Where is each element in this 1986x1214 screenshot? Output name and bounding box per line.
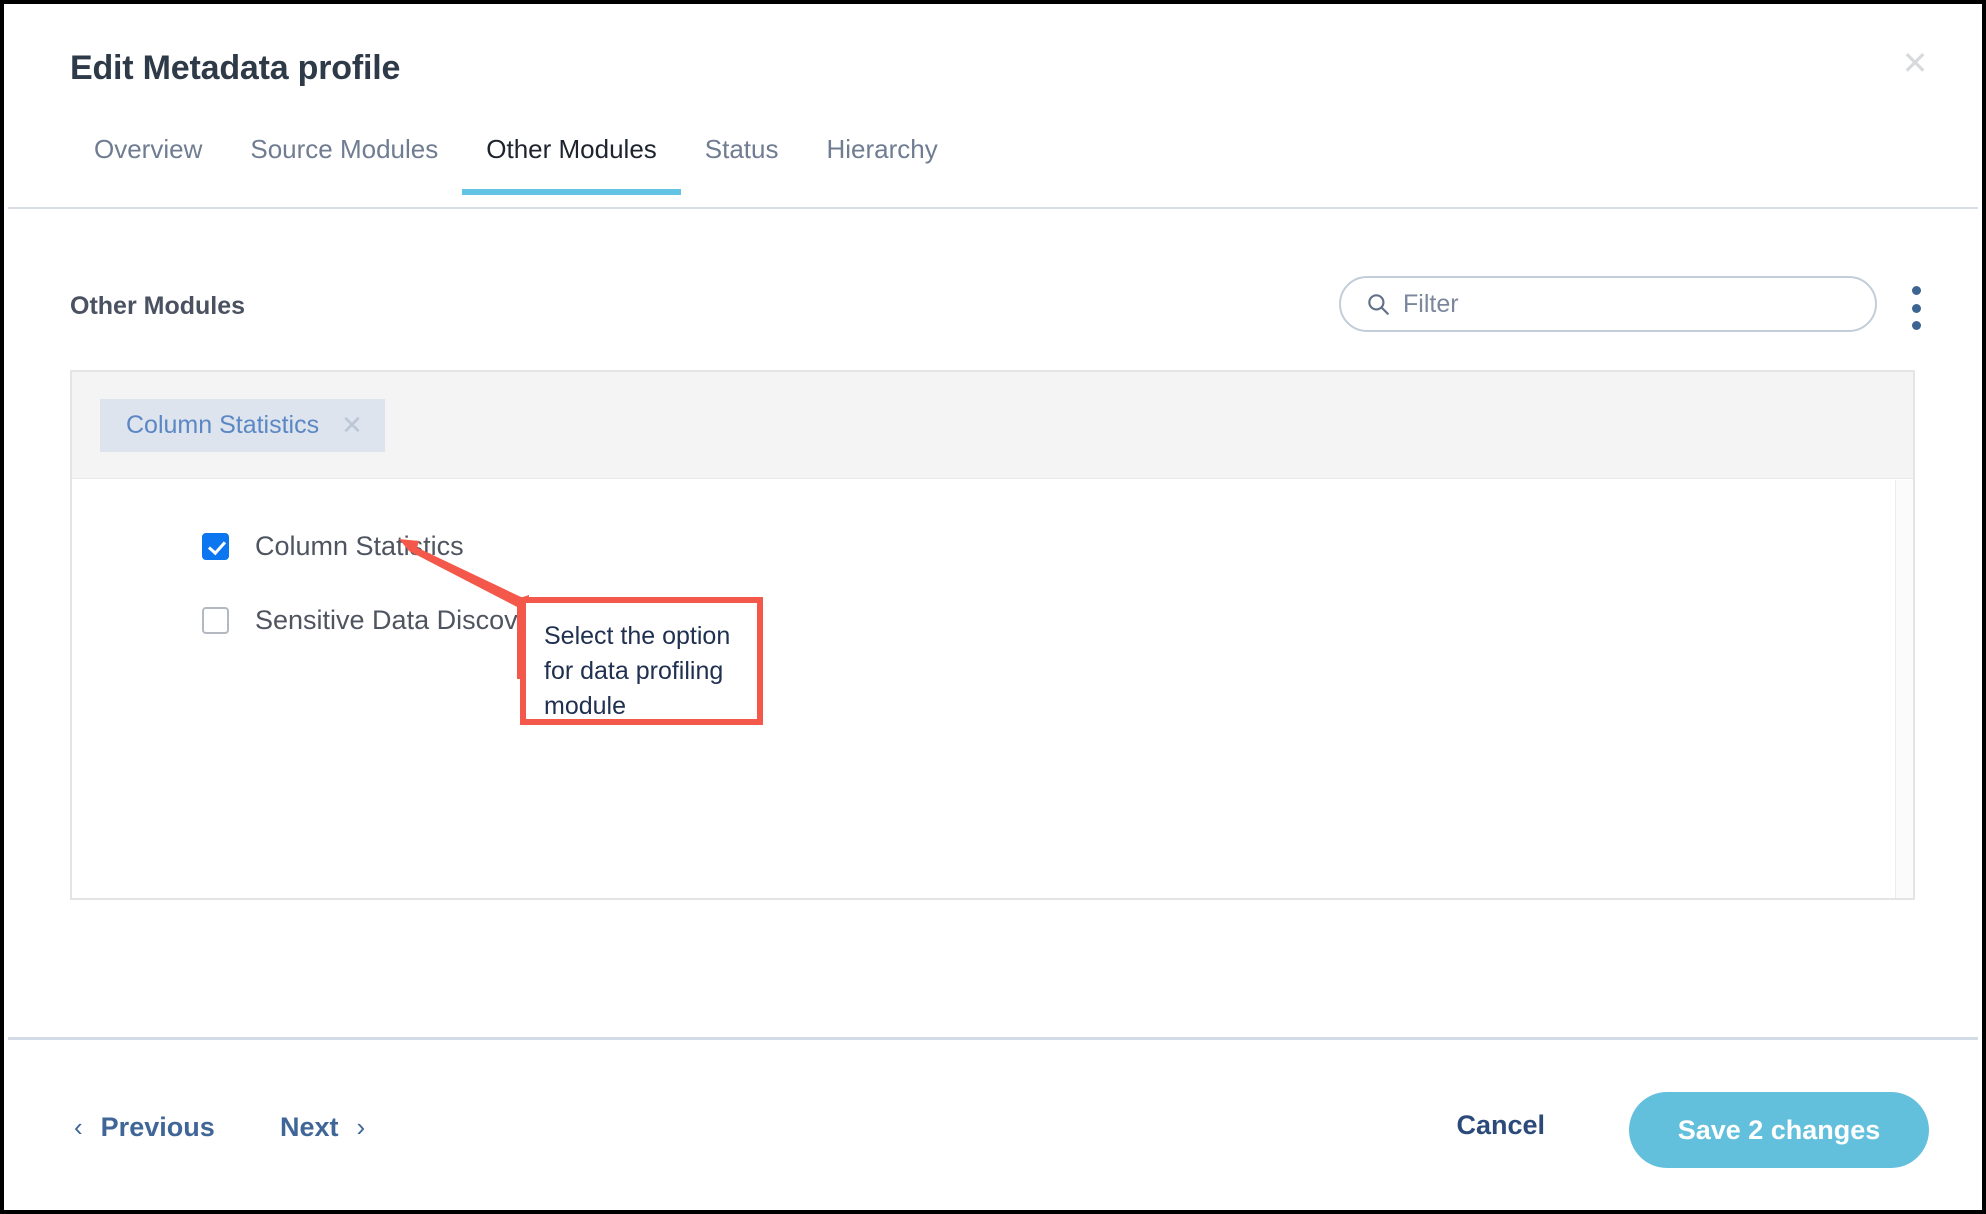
edit-metadata-profile-dialog: Edit Metadata profile ✕ Overview Source …: [0, 0, 1986, 1214]
tab-other-modules[interactable]: Other Modules: [462, 124, 681, 195]
next-button[interactable]: Next ›: [280, 1112, 365, 1143]
annotation-text: Select the option for data profiling mod…: [544, 622, 731, 720]
search-input[interactable]: [1403, 289, 1803, 319]
option-row-column-statistics[interactable]: Column Statistics: [72, 509, 1913, 583]
chevron-right-icon: ›: [356, 1112, 366, 1142]
page-title: Edit Metadata profile: [70, 49, 401, 87]
section-title: Other Modules: [70, 292, 246, 320]
list-scrollbar[interactable]: [1895, 480, 1913, 898]
filter-field[interactable]: [1339, 276, 1877, 332]
kebab-menu-icon[interactable]: [1902, 286, 1930, 330]
modules-panel: Column Statistics ✕ Column Statistics Se…: [70, 370, 1915, 900]
tab-bar: Overview Source Modules Other Modules St…: [70, 124, 962, 195]
option-label: Column Statistics: [255, 530, 464, 561]
chip-label: Column Statistics: [126, 410, 320, 439]
module-options-list: Column Statistics Sensitive Data Discove…: [72, 479, 1913, 657]
annotation-callout: Select the option for data profiling mod…: [520, 597, 763, 725]
tab-status[interactable]: Status: [681, 124, 803, 195]
search-icon: [1365, 291, 1391, 317]
tab-source-modules[interactable]: Source Modules: [226, 124, 462, 195]
previous-button[interactable]: ‹ Previous: [74, 1112, 215, 1143]
previous-label: Previous: [100, 1112, 215, 1142]
checkbox-column-statistics[interactable]: [202, 532, 229, 560]
tab-overview[interactable]: Overview: [70, 124, 226, 195]
cancel-button[interactable]: Cancel: [1456, 1110, 1545, 1141]
tabs-divider: [8, 207, 1978, 209]
chip-remove-icon[interactable]: ✕: [341, 412, 363, 438]
close-icon[interactable]: ✕: [1898, 46, 1932, 80]
option-label: Sensitive Data Discovery: [255, 604, 556, 635]
chip-column-statistics[interactable]: Column Statistics ✕: [100, 398, 385, 452]
checkbox-sensitive-data-discovery[interactable]: [202, 606, 229, 634]
option-row-sensitive-data-discovery[interactable]: Sensitive Data Discovery: [72, 583, 1913, 657]
chevron-left-icon: ‹: [74, 1112, 83, 1142]
selected-chips-area: Column Statistics ✕: [72, 372, 1913, 479]
footer-divider: [8, 1037, 1978, 1040]
tab-hierarchy[interactable]: Hierarchy: [803, 124, 962, 195]
save-button[interactable]: Save 2 changes: [1629, 1092, 1929, 1168]
next-label: Next: [280, 1112, 339, 1142]
